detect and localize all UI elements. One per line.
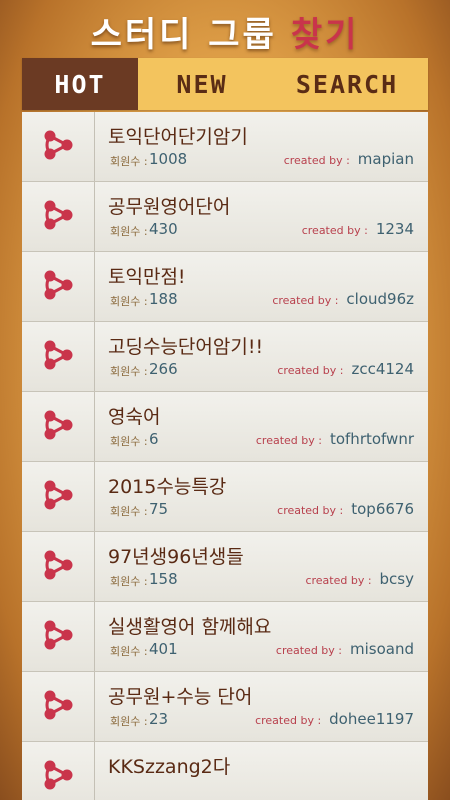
share-icon	[40, 197, 76, 237]
group-icon-cell	[22, 462, 95, 531]
group-icon-cell	[22, 392, 95, 461]
members-count: 401	[149, 640, 178, 658]
members-label: 회원수 :	[110, 435, 148, 448]
created-by-label: created by :	[283, 154, 350, 167]
members-label: 회원수 :	[110, 575, 148, 588]
creator-name: zcc4124	[351, 360, 414, 378]
group-icon-cell	[22, 112, 95, 181]
tab-new[interactable]: NEW	[138, 58, 266, 110]
tab-search[interactable]: SEARCH	[266, 58, 428, 110]
members-count: 1008	[149, 150, 188, 168]
creator-info: created by : dohee1197	[255, 710, 414, 728]
group-icon-cell	[22, 672, 95, 741]
share-icon	[40, 407, 76, 447]
group-list[interactable]: 토익단어단기암기 회원수 :1008 created by : mapian 공무원영어…	[22, 112, 428, 800]
group-icon-cell	[22, 252, 95, 321]
members-count: 430	[149, 220, 178, 238]
group-title: 토익만점!	[108, 266, 186, 288]
creator-name: tofhrtofwnr	[329, 430, 414, 448]
group-title: 영숙어	[108, 406, 161, 428]
created-by-label: created by :	[301, 224, 368, 237]
creator-info: created by : cloud96z	[272, 290, 414, 308]
members-label: 회원수 :	[110, 155, 148, 168]
members-label: 회원수 :	[110, 645, 148, 658]
list-item[interactable]: KKSzzang2다	[22, 742, 428, 800]
creator-name: dohee1197	[329, 710, 414, 728]
group-title: 2015수능특강	[108, 476, 227, 498]
created-by-label: created by :	[305, 574, 372, 587]
members-label: 회원수 :	[110, 715, 148, 728]
group-icon-cell	[22, 602, 95, 671]
creator-info: created by : top6676	[277, 500, 414, 518]
title-accent: 찾기	[290, 14, 360, 55]
list-item[interactable]: 고딩수능단어암기!! 회원수 :266 created by : zcc4124	[22, 322, 428, 392]
group-icon-cell	[22, 182, 95, 251]
members-count: 23	[149, 710, 169, 728]
group-title: 실생활영어 함께해요	[108, 616, 272, 638]
tab-bar: HOT NEW SEARCH	[22, 58, 428, 110]
list-item[interactable]: 토익만점! 회원수 :188 created by : cloud96z	[22, 252, 428, 322]
list-item[interactable]: 공무원영어단어회원수 :430 created by : 1234	[22, 182, 428, 252]
list-item[interactable]: 영숙어회원수 :6 created by : tofhrtofwnr	[22, 392, 428, 462]
members-count: 266	[149, 360, 178, 378]
members-count: 6	[149, 430, 159, 448]
created-by-label: created by :	[275, 644, 342, 657]
created-by-label: created by :	[277, 364, 344, 377]
list-item[interactable]: 실생활영어 함께해요회원수 :401 created by : misoand	[22, 602, 428, 672]
share-icon	[40, 127, 76, 167]
title-main: 스터디 그룹	[90, 14, 277, 55]
members-count: 158	[149, 570, 178, 588]
members-count: 188	[149, 290, 178, 308]
list-item[interactable]: 공무원+수능 단어회원수 :23 created by : dohee1197	[22, 672, 428, 742]
group-title: 토익단어단기암기	[108, 126, 248, 148]
creator-name: bcsy	[379, 570, 414, 588]
group-icon-cell	[22, 322, 95, 391]
created-by-label: created by :	[272, 294, 339, 307]
creator-info: created by : zcc4124	[277, 360, 414, 378]
members-label: 회원수 :	[110, 295, 148, 308]
share-icon	[40, 617, 76, 657]
page-title: 스터디 그룹 찾기	[0, 0, 450, 62]
share-icon	[40, 687, 76, 727]
members-label: 회원수 :	[110, 225, 148, 238]
creator-info: created by : bcsy	[305, 570, 414, 588]
list-item[interactable]: 97년생96년생들회원수 :158 created by : bcsy	[22, 532, 428, 602]
creator-info: created by : tofhrtofwnr	[256, 430, 414, 448]
group-title: 고딩수능단어암기!!	[108, 336, 264, 358]
tab-hot[interactable]: HOT	[22, 58, 138, 110]
group-title: KKSzzang2다	[108, 756, 231, 778]
created-by-label: created by :	[277, 504, 344, 517]
share-icon	[40, 337, 76, 377]
creator-info: created by : misoand	[276, 640, 414, 658]
creator-name: top6676	[351, 500, 414, 518]
group-title: 97년생96년생들	[108, 546, 244, 568]
share-icon	[40, 547, 76, 587]
created-by-label: created by :	[255, 714, 322, 727]
creator-name: mapian	[357, 150, 414, 168]
creator-name: misoand	[350, 640, 414, 658]
group-title: 공무원영어단어	[108, 196, 231, 218]
members-label: 회원수 :	[110, 365, 148, 378]
group-title: 공무원+수능 단어	[108, 686, 253, 708]
creator-info: created by : mapian	[284, 150, 414, 168]
group-icon-cell	[22, 742, 95, 800]
list-item[interactable]: 2015수능특강회원수 :75 created by : top6676	[22, 462, 428, 532]
group-icon-cell	[22, 532, 95, 601]
share-icon	[40, 267, 76, 307]
share-icon	[40, 757, 76, 797]
list-item[interactable]: 토익단어단기암기회원수 :1008 created by : mapian	[22, 112, 428, 182]
members-label: 회원수 :	[110, 505, 148, 518]
members-count: 75	[149, 500, 169, 518]
creator-name: 1234	[375, 220, 414, 238]
created-by-label: created by :	[255, 434, 322, 447]
creator-info: created by : 1234	[302, 220, 414, 238]
creator-name: cloud96z	[346, 290, 414, 308]
share-icon	[40, 477, 76, 517]
